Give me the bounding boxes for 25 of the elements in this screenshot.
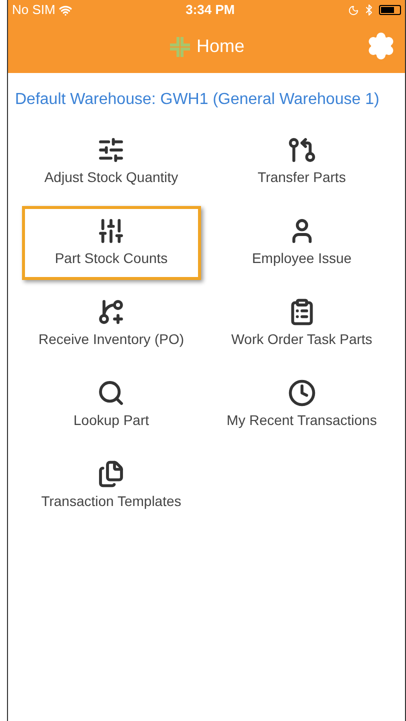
moon-icon xyxy=(348,4,359,16)
wifi-icon xyxy=(59,4,72,16)
logo-icon xyxy=(168,34,192,58)
page-title: Home xyxy=(196,35,244,58)
battery-icon xyxy=(378,5,401,15)
branch-arrow-icon xyxy=(288,136,316,164)
documents-icon xyxy=(97,460,126,488)
clock-text: 3:34 PM xyxy=(186,1,235,20)
menu-tile[interactable]: Work Order Task Parts xyxy=(212,287,391,361)
vertical-sliders-icon xyxy=(97,217,126,245)
menu-tile[interactable]: Receive Inventory (PO) xyxy=(22,287,200,361)
menu-tile[interactable]: Lookup Part xyxy=(22,368,200,442)
menu-tile[interactable]: Transfer Parts xyxy=(212,125,391,199)
menu-tile[interactable]: Employee Issue xyxy=(212,206,391,280)
search-icon xyxy=(97,379,126,407)
menu-tile[interactable]: Transaction Templates xyxy=(22,449,200,523)
menu-tile[interactable]: Adjust Stock Quantity xyxy=(22,125,200,199)
sliders-icon xyxy=(97,136,126,164)
menu-tile[interactable]: My Recent Transactions xyxy=(212,368,391,442)
carrier-text: No SIM xyxy=(12,1,56,20)
branch-plus-icon xyxy=(97,298,126,326)
clock-icon xyxy=(288,379,316,407)
warehouse-text: Default Warehouse: GWH1 (General Warehouse 1) xyxy=(14,90,380,110)
menu-tile[interactable]: Part Stock Counts xyxy=(22,206,200,280)
settings-button[interactable] xyxy=(367,32,395,60)
